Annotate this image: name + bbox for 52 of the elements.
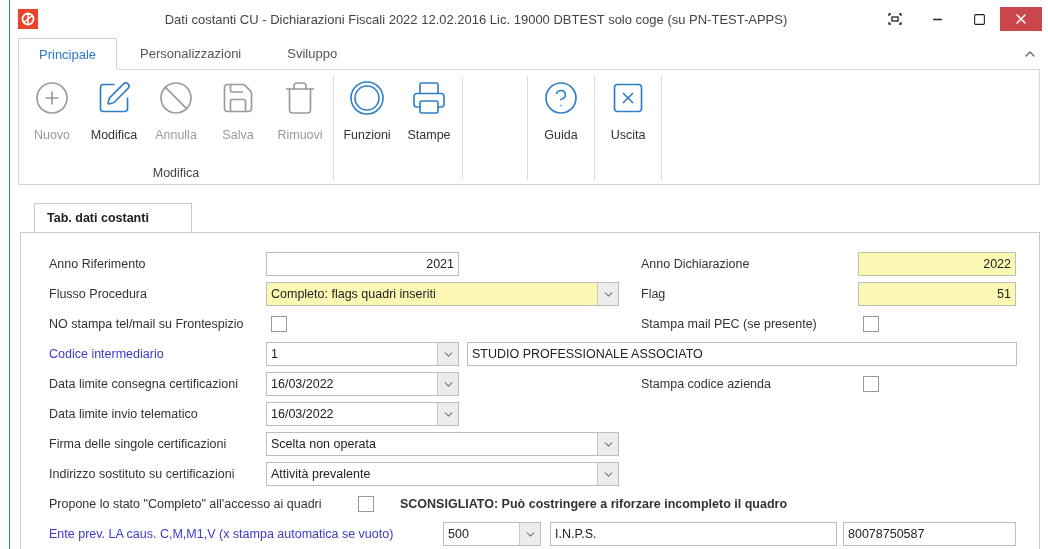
number-field[interactable]: 2021 (266, 252, 459, 276)
checkbox[interactable] (863, 376, 879, 392)
checkbox[interactable] (358, 496, 374, 512)
ribbon-tab[interactable]: Sviluppo (264, 37, 361, 69)
field-label: Indirizzo sostituto su certificazioni (49, 467, 236, 481)
field-label: Anno Riferimento (49, 257, 147, 271)
dropdown-field[interactable]: Scelta non operata (266, 432, 619, 456)
name-field[interactable]: I.N.P.S. (550, 522, 837, 546)
field-link[interactable]: Ente prev. LA caus. C,M,M1,V (x stampa automatica se vuoto) (49, 527, 443, 541)
field-label: Data limite invio telematico (49, 407, 199, 421)
ribbon-button[interactable]: Stampe (398, 76, 460, 180)
dropdown-field[interactable]: 16/03/2022 (266, 372, 459, 396)
ribbon-tab[interactable]: Principale (18, 38, 118, 70)
field-link[interactable]: Codice intermediario (49, 347, 266, 361)
ribbon-button[interactable]: Guida (530, 76, 592, 180)
dropdown-field[interactable]: 16/03/2022 (266, 402, 459, 426)
window-title: Dati costanti CU - Dichiarazioni Fiscali 2022 12.02.2016 Lic. 19000 DBTEST solo coge (su PN-TEST-APPS) (163, 11, 789, 27)
ribbon-button[interactable]: Funzioni (336, 76, 398, 180)
ribbon-button[interactable]: Modifica (83, 76, 145, 166)
ribbon-button[interactable]: Uscita (597, 76, 659, 180)
field-label: Flusso Procedura (49, 287, 148, 301)
number-field[interactable]: 2022 (858, 252, 1016, 276)
app-logo-icon (18, 9, 38, 29)
dropdown-field[interactable]: 1 (266, 342, 459, 366)
field-label: Data limite consegna certificazioni (49, 377, 239, 391)
cancel-icon (158, 80, 194, 116)
maximize-icon (972, 12, 986, 26)
warning-text: SCONSIGLIATO: Può costringere a riforzare incompleto il quadro (400, 497, 788, 511)
checkbox[interactable] (271, 316, 287, 332)
fullscreen-icon (888, 13, 902, 25)
field-label: NO stampa tel/mail su Frontespizio (49, 317, 245, 331)
dropdown-field[interactable]: Completo: flags quadri inseriti (266, 282, 619, 306)
tax-code-field[interactable]: 80078750587 (843, 522, 1016, 546)
close-icon (1013, 11, 1029, 27)
dropdown-field[interactable]: Attività prevalente (266, 462, 619, 486)
field-label: Anno Dichiarazione (641, 257, 751, 271)
form-tab[interactable]: Tab. dati costanti (34, 203, 192, 233)
add-icon (34, 80, 70, 116)
field-label: Flag (641, 287, 667, 301)
number-field[interactable]: 51 (858, 282, 1016, 306)
field-label: Stampa mail PEC (se presente) (641, 317, 818, 331)
help-icon (543, 80, 579, 116)
dropdown-field[interactable]: 500 (443, 522, 541, 546)
field-label: Stampa codice azienda (641, 377, 772, 391)
field-label: Propone lo stato "Completo" all'accesso ai quadri (49, 497, 323, 511)
field-label: Firma delle singole certificazioni (49, 437, 228, 451)
checkbox[interactable] (863, 316, 879, 332)
double-circle-icon (349, 80, 385, 116)
printer-icon (411, 80, 447, 116)
description-field[interactable]: STUDIO PROFESSIONALE ASSOCIATO (467, 342, 1017, 366)
group-label: Modifica (151, 166, 201, 180)
ribbon-tab[interactable]: Personalizzazioni (117, 37, 265, 69)
